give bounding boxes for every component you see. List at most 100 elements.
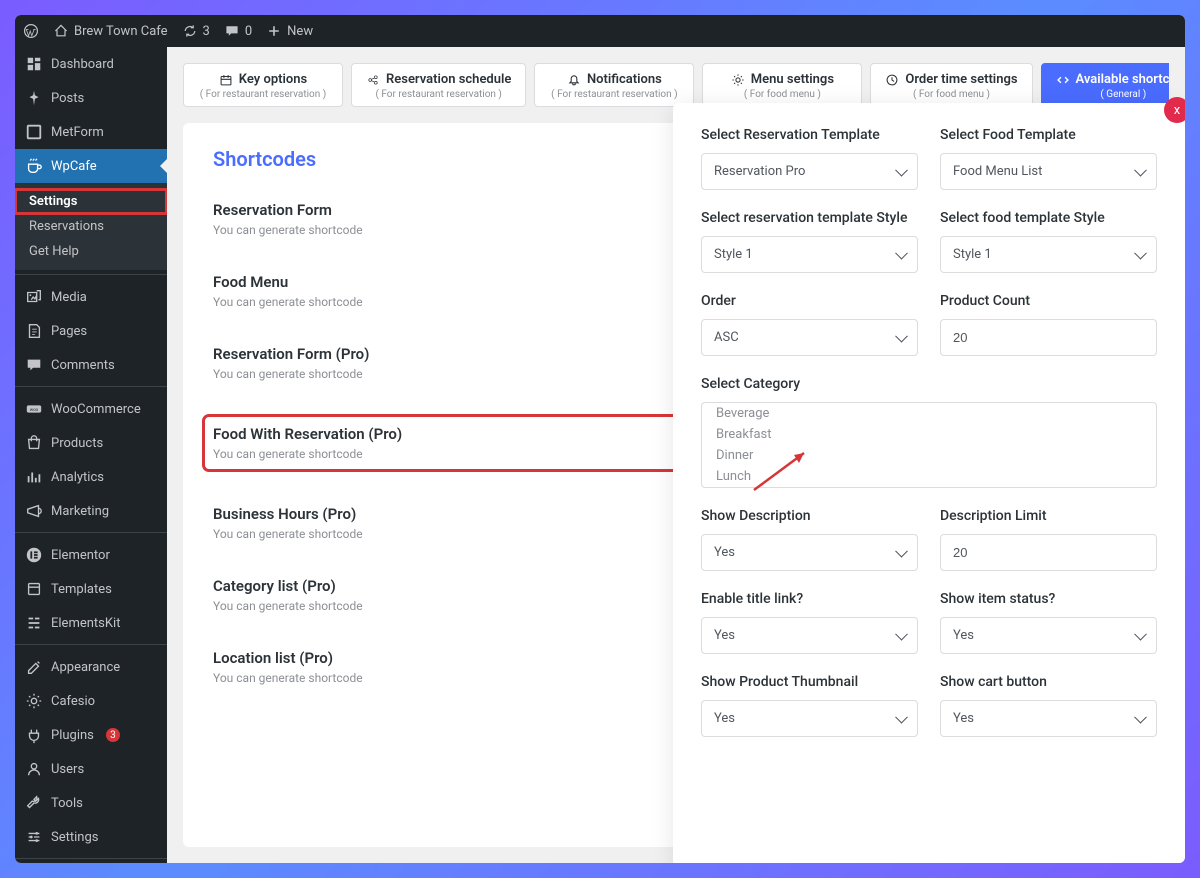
new-link[interactable]: New [266, 23, 313, 39]
calendar-icon [219, 73, 233, 87]
tab-available-shortcode[interactable]: Available shortcode( General ) [1041, 63, 1169, 107]
category-option[interactable]: Lunch [702, 466, 1156, 487]
sidebar-item-tools[interactable]: Tools [15, 786, 167, 820]
food-template-select[interactable]: Food Menu List [940, 153, 1157, 190]
gear-icon [25, 692, 43, 710]
reservation-style-label: Select reservation template Style [701, 210, 918, 226]
description-limit-input[interactable] [940, 534, 1157, 571]
sidebar-item-wpcafe[interactable]: WpCafe [15, 149, 167, 183]
sidebar-item-label: Templates [51, 582, 112, 597]
close-panel-button[interactable]: x [1164, 97, 1185, 123]
media-icon [25, 288, 43, 306]
sidebar-item-label: Dashboard [51, 57, 114, 72]
show-item-status-label: Show item status? [940, 591, 1157, 607]
reservation-template-select[interactable]: Reservation Pro [701, 153, 918, 190]
tab-menu-settings[interactable]: Menu settings( For food menu ) [702, 63, 862, 107]
category-option[interactable]: Beverage [702, 403, 1156, 424]
order-select[interactable]: ASC [701, 319, 918, 356]
sidebar-item-label: Settings [51, 830, 98, 845]
sidebar-item-products[interactable]: Products [15, 426, 167, 460]
sidebar-item-plugins[interactable]: Plugins 3 [15, 718, 167, 752]
woo-icon [25, 400, 43, 418]
submenu-item-settings[interactable]: Settings [15, 189, 167, 214]
sidebar-item-label: Tools [51, 796, 83, 811]
sidebar-item-metform[interactable]: MetForm [15, 115, 167, 149]
tab-reservation-schedule[interactable]: Reservation schedule( For restaurant res… [351, 63, 526, 107]
sidebar-item-analytics[interactable]: Analytics [15, 460, 167, 494]
order-label: Order [701, 293, 918, 309]
updates-link[interactable]: 3 [182, 23, 210, 39]
admin-topbar: Brew Town Cafe 3 0 New [15, 15, 1185, 47]
shortcode-sub: You can generate shortcode [213, 527, 363, 541]
reservation-template-label: Select Reservation Template [701, 127, 918, 143]
wp-logo[interactable] [23, 23, 39, 39]
tab-notifications[interactable]: Notifications( For restaurant reservatio… [534, 63, 694, 107]
sidebar-item-elementskit[interactable]: ElementsKit [15, 606, 167, 640]
sidebar-item-posts[interactable]: Posts [15, 81, 167, 115]
appearance-icon [25, 658, 43, 676]
sidebar-item-users[interactable]: Users [15, 752, 167, 786]
sidebar-item-appearance[interactable]: Appearance [15, 650, 167, 684]
show-cart-select[interactable]: Yes [940, 700, 1157, 737]
tab-order-time-settings[interactable]: Order time settings( For food menu ) [870, 63, 1032, 107]
product-count-input[interactable] [940, 319, 1157, 356]
site-name-link[interactable]: Brew Town Cafe [53, 23, 168, 39]
shortcode-sub: You can generate shortcode [213, 295, 363, 309]
sidebar-item-marketing[interactable]: Marketing [15, 494, 167, 528]
sidebar-item-label: Appearance [51, 660, 120, 675]
enable-title-link-select[interactable]: Yes [701, 617, 918, 654]
settings-tabs: Key options( For restaurant reservation … [183, 63, 1169, 107]
comments-link[interactable]: 0 [224, 23, 252, 39]
sidebar-item-media[interactable]: Media [15, 280, 167, 314]
food-style-select[interactable]: Style 1 [940, 236, 1157, 273]
shortcode-sub: You can generate shortcode [213, 223, 363, 237]
pin-icon [25, 89, 43, 107]
sidebar-item-label: Pages [51, 324, 87, 339]
sidebar-item-pages[interactable]: Pages [15, 314, 167, 348]
analytics-icon [25, 468, 43, 486]
sidebar-submenu: SettingsReservationsGet Help [15, 183, 167, 270]
sidebar-item-label: Plugins [51, 728, 94, 743]
sidebar-item-label: ElementsKit [51, 616, 120, 631]
shortcode-title: Reservation Form (Pro) [213, 345, 369, 363]
submenu-item-get-help[interactable]: Get Help [15, 239, 167, 264]
templates-icon [25, 580, 43, 598]
shortcode-title: Food With Reservation (Pro) [213, 425, 402, 443]
sidebar-item-elementor[interactable]: Elementor [15, 538, 167, 572]
shortcode-title: Business Hours (Pro) [213, 505, 363, 523]
shortcode-sub: You can generate shortcode [213, 367, 369, 381]
category-option[interactable]: Starters [702, 487, 1156, 488]
form-icon [25, 123, 43, 141]
product-count-label: Product Count [940, 293, 1157, 309]
sidebar-item-label: WpCafe [51, 159, 97, 174]
show-thumbnail-select[interactable]: Yes [701, 700, 918, 737]
comments-icon [25, 356, 43, 374]
food-style-label: Select food template Style [940, 210, 1157, 226]
marketing-icon [25, 502, 43, 520]
link-icon [366, 73, 380, 87]
sidebar-item-settings[interactable]: Settings [15, 820, 167, 854]
shortcode-title: Reservation Form [213, 201, 363, 219]
sidebar-item-label: Comments [51, 358, 115, 373]
reservation-style-select[interactable]: Style 1 [701, 236, 918, 273]
sidebar-item-dashboard[interactable]: Dashboard [15, 47, 167, 81]
shortcode-sub: You can generate shortcode [213, 599, 363, 613]
admin-sidebar: DashboardPostsMetFormWpCafeSettingsReser… [15, 47, 167, 863]
update-badge: 3 [106, 728, 120, 742]
sidebar-item-woocommerce[interactable]: WooCommerce [15, 392, 167, 426]
sidebar-item-comments[interactable]: Comments [15, 348, 167, 382]
sidebar-item-label: Media [51, 290, 87, 305]
show-description-select[interactable]: Yes [701, 534, 918, 571]
show-item-status-select[interactable]: Yes [940, 617, 1157, 654]
pages-icon [25, 322, 43, 340]
sidebar-item-label: Users [51, 762, 84, 777]
category-multiselect[interactable]: BeverageBreakfastDinnerLunchStarters [701, 402, 1157, 488]
category-option[interactable]: Dinner [702, 445, 1156, 466]
sidebar-item-cafesio[interactable]: Cafesio [15, 684, 167, 718]
submenu-item-reservations[interactable]: Reservations [15, 214, 167, 239]
enable-title-link-label: Enable title link? [701, 591, 918, 607]
category-option[interactable]: Breakfast [702, 424, 1156, 445]
sidebar-item-label: Elementor [51, 548, 110, 563]
tab-key-options[interactable]: Key options( For restaurant reservation … [183, 63, 343, 107]
sidebar-item-templates[interactable]: Templates [15, 572, 167, 606]
